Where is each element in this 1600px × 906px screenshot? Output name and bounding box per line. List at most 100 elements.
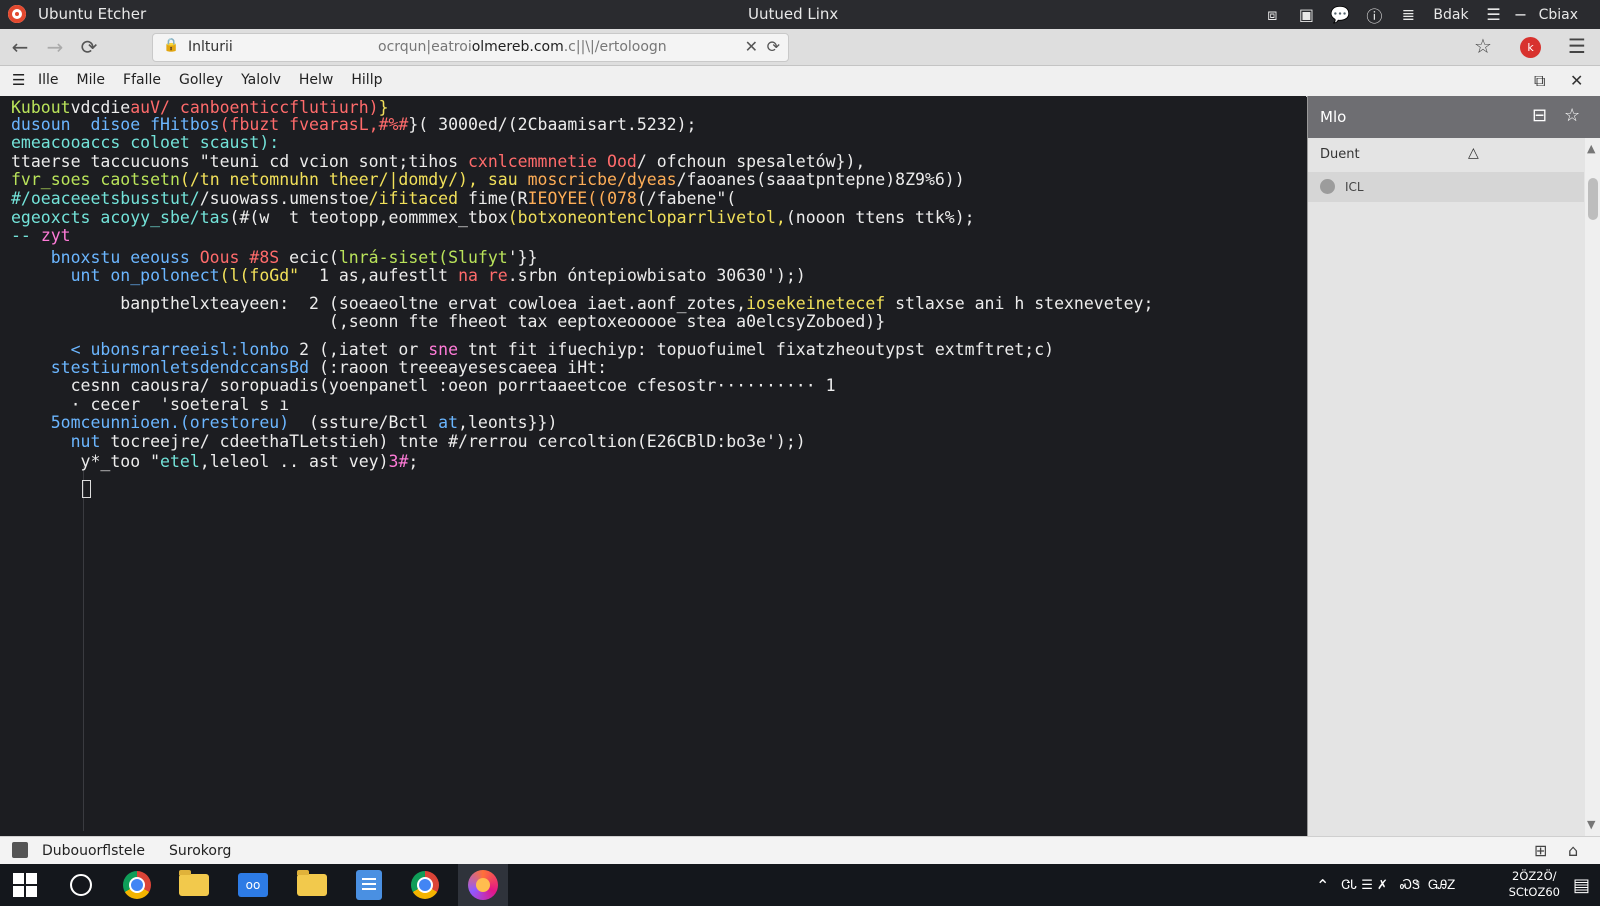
terminal-line: -- zyt bbox=[11, 226, 71, 245]
code-token: moscricbe/dyeas bbox=[527, 170, 677, 189]
scroll-thumb[interactable] bbox=[1588, 178, 1598, 220]
code-token: /faoanes(saaatpntepne)8Z9%6)) bbox=[676, 170, 965, 189]
menu-item[interactable]: Yalolv bbox=[241, 72, 281, 88]
notification-icon[interactable]: ▤ bbox=[1573, 875, 1590, 896]
code-token: na re bbox=[458, 266, 508, 285]
code-token: -- bbox=[11, 226, 41, 245]
code-token: ; bbox=[408, 452, 419, 471]
taskbar-chrome[interactable] bbox=[120, 869, 154, 901]
back-button[interactable]: ← bbox=[7, 35, 33, 59]
scroll-up-icon[interactable]: ▲ bbox=[1587, 142, 1595, 155]
close-icon[interactable]: ✕ bbox=[1570, 71, 1583, 90]
clear-url-icon[interactable]: ✕ bbox=[745, 37, 758, 56]
menu-item[interactable]: Golley bbox=[179, 72, 223, 88]
menu-item[interactable]: Ille bbox=[38, 72, 59, 88]
side-panel: Mlo ⊟ ☆ Duent △ ICL ▲ ▼ bbox=[1307, 96, 1600, 836]
code-token: tocreejre/ cdeethaTLetstieh) tnte #/rerr… bbox=[110, 432, 806, 451]
info-icon[interactable]: ⓘ bbox=[1357, 3, 1391, 27]
code-token: /suowass.umenstoe bbox=[199, 189, 369, 208]
screenshot-icon[interactable]: ⧉ bbox=[1534, 71, 1545, 91]
code-token: bnoxstu eeouss bbox=[11, 248, 200, 267]
clock[interactable]: 2ÖZ2Ö/ SCtOZ60 bbox=[1509, 868, 1560, 900]
taskbar-files[interactable] bbox=[177, 869, 211, 901]
code-token: · cecer 'soeteral s ı bbox=[11, 395, 290, 414]
code-token: cesnn caousra/ soropuadis(yoenpanetl :oe… bbox=[11, 376, 836, 395]
chat-icon[interactable]: 💬 bbox=[1323, 5, 1357, 24]
clock-time: 2ÖZ2Ö/ bbox=[1512, 869, 1557, 883]
tab-label[interactable]: Inlturii bbox=[188, 39, 233, 55]
terminal-output[interactable]: KuboutvdcdieauV/ canboenticcflutiurh)} du… bbox=[0, 96, 1306, 836]
tray-language[interactable]: ᏍᏕ bbox=[1400, 878, 1420, 893]
code-token: ttaerse taccucuons "teuni cd vcion sont;… bbox=[11, 152, 468, 171]
code-token: tnt fit ifuechiyp: topuofuimel fixatzheo… bbox=[458, 340, 1055, 359]
folder-icon bbox=[297, 870, 327, 896]
url-reload-icon[interactable]: ⟳ bbox=[767, 37, 780, 56]
side-panel-row-selected[interactable]: ICL bbox=[1308, 172, 1584, 202]
side-panel-title: Mlo bbox=[1320, 108, 1347, 126]
terminal-line: #/oeaceeetsbusstut//suowass.umenstoe/ifi… bbox=[11, 189, 736, 208]
code-token: 5omceunnioen.(orestoreu) bbox=[11, 413, 290, 432]
address-bar[interactable]: 🔒 Inlturii ocrqun|eatroiolmereb.com.c||\… bbox=[152, 33, 789, 62]
windows-logo-icon bbox=[13, 873, 37, 897]
code-token: (,seonn fte fheeot tax eeptoxeooooe stea… bbox=[11, 312, 886, 331]
code-token: lnrá-siset(Slufyt bbox=[338, 248, 508, 267]
code-token: ecic( bbox=[289, 248, 339, 267]
menu-item[interactable]: Ffalle bbox=[123, 72, 161, 88]
taskbar-notes[interactable] bbox=[352, 869, 386, 901]
titlebar-text-2[interactable]: Cbiax bbox=[1539, 7, 1578, 23]
taskbar-chrome-2[interactable] bbox=[408, 869, 442, 901]
minimize-button[interactable]: − bbox=[1511, 5, 1531, 24]
side-panel-row[interactable]: Duent △ bbox=[1308, 140, 1584, 170]
scroll-down-icon[interactable]: ▼ bbox=[1587, 818, 1595, 831]
window-restore-icon[interactable]: ⧈ bbox=[1255, 5, 1289, 25]
reload-button[interactable]: ⟳ bbox=[76, 35, 102, 59]
status-bar: Dubouorflstele Surokorg ⊞ ⌂ bbox=[0, 836, 1600, 865]
document-icon bbox=[356, 870, 382, 900]
taskbar-firefox-active[interactable] bbox=[458, 864, 508, 906]
code-token: < ubonsrarreeisl:lonbo bbox=[11, 340, 300, 359]
menu-item[interactable]: Mile bbox=[77, 72, 105, 88]
code-token: at bbox=[438, 413, 459, 432]
code-token: iosekeinetecef bbox=[746, 294, 896, 313]
scrollbar[interactable]: ▲ ▼ bbox=[1585, 138, 1600, 836]
nav-bar: ← → ⟳ 🔒 Inlturii ocrqun|eatroiolmereb.co… bbox=[0, 29, 1600, 66]
taskbar-explorer[interactable] bbox=[295, 869, 329, 901]
row-label: Duent bbox=[1320, 147, 1360, 162]
code-token: y*_too " bbox=[11, 452, 161, 471]
triangle-icon[interactable]: △ bbox=[1468, 145, 1479, 161]
clock-date: SCtOZ60 bbox=[1508, 885, 1560, 899]
menu-icon[interactable]: ☰ bbox=[1477, 5, 1511, 24]
snap-icon[interactable]: ▣ bbox=[1289, 5, 1323, 24]
code-token: / ofchoun spesaletów}), bbox=[636, 152, 866, 171]
menu-item[interactable]: Helw bbox=[299, 72, 333, 88]
code-token: (#(w t teotopp,eommmex_tbox bbox=[229, 208, 508, 227]
terminal-line: fvr_soes caotsetn(/tn netomnuhn theer/|d… bbox=[11, 170, 965, 189]
tray-expand-icon[interactable]: ⌃ bbox=[1316, 876, 1329, 895]
bookmark-star-icon[interactable]: ☆ bbox=[1474, 34, 1492, 58]
star-icon[interactable]: ☆ bbox=[1564, 105, 1580, 126]
url-text[interactable]: ocrqun|eatroiolmereb.com.c||\|/ertoloogn bbox=[378, 39, 667, 55]
taskbar-mail[interactable]: oo bbox=[236, 869, 270, 901]
profile-badge[interactable]: k bbox=[1520, 37, 1541, 58]
forward-button[interactable]: → bbox=[42, 35, 68, 59]
tray-volume[interactable]: ᏀᎯᏃ bbox=[1428, 878, 1455, 893]
search-button[interactable] bbox=[64, 869, 98, 901]
code-token: egeoxcts acoyy_sbe/tas bbox=[11, 208, 230, 227]
titlebar-text-1[interactable]: Bdak bbox=[1433, 7, 1468, 23]
home-icon[interactable]: ⌂ bbox=[1568, 841, 1578, 860]
code-token: '}} bbox=[507, 248, 538, 267]
collapse-icon[interactable]: ⊟ bbox=[1532, 105, 1547, 126]
grid-icon[interactable]: ⊞ bbox=[1534, 841, 1547, 860]
list-icon[interactable]: ≣ bbox=[1391, 5, 1425, 24]
start-button[interactable] bbox=[8, 869, 42, 901]
tray-icons[interactable]: ᏣᏓ ☰ ✗ bbox=[1341, 878, 1388, 893]
hamburger-icon[interactable]: ☰ bbox=[12, 71, 25, 89]
code-token: stestiurmonletsdendccansBd bbox=[11, 358, 310, 377]
browser-menu-icon[interactable]: ☰ bbox=[1568, 34, 1586, 58]
terminal-line: 5omceunnioen.(orestoreu) (ssture/Bctl at… bbox=[11, 413, 558, 432]
status-icon bbox=[12, 842, 28, 858]
menu-item[interactable]: Hillp bbox=[351, 72, 382, 88]
code-token: .srbn óntepiowbisato 30630');) bbox=[507, 266, 806, 285]
code-token: #/oeaceeetsbusstut/ bbox=[11, 189, 200, 208]
terminal-line: emeacooaccs coloet scaust): bbox=[11, 133, 279, 152]
